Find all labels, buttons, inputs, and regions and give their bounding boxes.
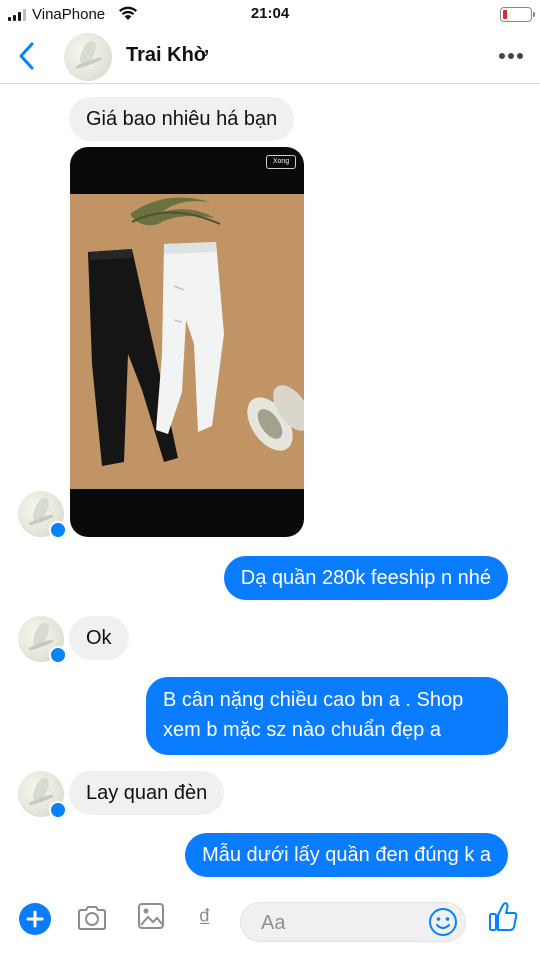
contact-name[interactable]: Trai Khờ	[126, 44, 208, 67]
back-chevron-icon[interactable]	[14, 40, 40, 72]
message-line: xem b mặc sz nào chuẩn đẹp a	[163, 719, 441, 741]
more-dots-icon[interactable]	[496, 44, 526, 68]
battery-low-icon	[500, 7, 535, 22]
messenger-badge-icon	[49, 521, 67, 539]
thumbs-up-icon[interactable]	[488, 900, 520, 934]
messenger-badge-icon	[49, 801, 67, 819]
jeans-photo	[70, 194, 304, 489]
image-overlay-label: Xong	[266, 155, 296, 169]
camera-icon[interactable]	[76, 902, 108, 934]
contact-avatar[interactable]	[64, 33, 112, 81]
currency-icon[interactable]: ₫	[198, 904, 211, 932]
sender-avatar[interactable]	[18, 616, 67, 664]
status-bar: VinaPhone 21:04	[0, 0, 540, 30]
sender-avatar[interactable]	[18, 771, 67, 819]
message-bubble-incoming[interactable]: Ok	[69, 616, 129, 660]
message-bubble-incoming[interactable]: Lay quan đèn	[69, 771, 225, 815]
message-input[interactable]: Aa	[240, 902, 466, 942]
clock: 21:04	[250, 5, 290, 22]
message-line: B cân nặng chiều cao bn a . Shop	[163, 689, 464, 711]
image-icon[interactable]	[137, 901, 165, 931]
messenger-badge-icon	[49, 646, 67, 664]
conversation-header: Trai Khờ	[0, 30, 540, 84]
message-bubble-incoming[interactable]: Giá bao nhiêu há bạn	[69, 97, 295, 141]
message-bubble-outgoing[interactable]: Dạ quần 280k feeship n nhé	[223, 556, 508, 600]
plus-icon[interactable]	[19, 903, 51, 935]
message-bubble-outgoing[interactable]: B cân nặng chiều cao bn a . Shop xem b m…	[146, 677, 508, 755]
sender-avatar[interactable]	[18, 491, 67, 539]
composer-bar: ₫ Aa	[0, 892, 540, 960]
message-input-placeholder: Aa	[261, 912, 286, 934]
emoji-icon[interactable]	[427, 906, 459, 938]
message-image[interactable]: Xong	[70, 147, 304, 537]
message-bubble-outgoing[interactable]: Mẫu dưới lấy quần đen đúng k a	[185, 833, 508, 877]
